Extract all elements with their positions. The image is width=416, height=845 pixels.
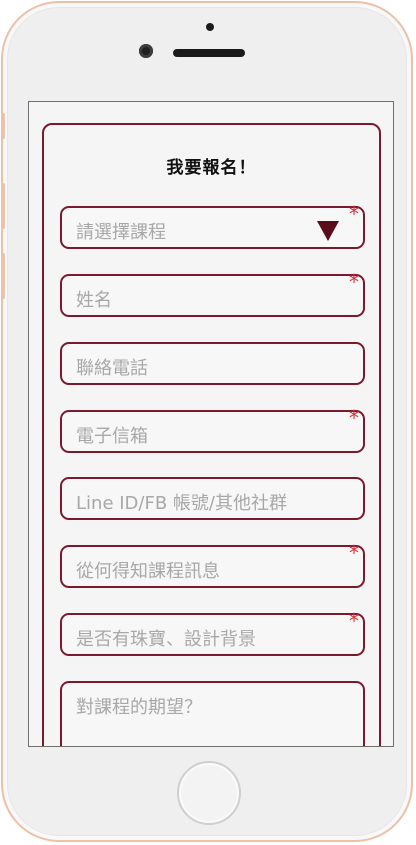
social-account-field-placeholder: Line ID/FB 帳號/其他社群 (76, 493, 287, 514)
course-select[interactable]: 請選擇課程 * (60, 202, 365, 249)
phone-frame: 我要報名！ 請選擇課程 * 姓名 * 聯絡電話 電子信箱 * Line ID/F… (1, 1, 413, 842)
expectations-textarea[interactable]: 對課程的期望？ (60, 681, 365, 746)
name-field-placeholder: 姓名 (76, 290, 112, 311)
mute-switch (3, 113, 5, 139)
registration-form: 我要報名！ 請選擇課程 * 姓名 * 聯絡電話 電子信箱 * Line ID/F… (42, 123, 381, 746)
required-mark: * (349, 202, 359, 226)
home-button[interactable] (177, 761, 241, 825)
required-mark: * (349, 270, 359, 294)
phone-field-placeholder: 聯絡電話 (76, 358, 148, 379)
referral-source-field-placeholder: 從何得知課程訊息 (76, 561, 220, 582)
dropdown-arrow-icon[interactable] (317, 221, 339, 241)
form-title: 我要報名！ (166, 158, 257, 178)
referral-source-field[interactable]: 從何得知課程訊息 * (60, 541, 365, 588)
front-camera (139, 44, 153, 58)
volume-up-button (3, 183, 5, 229)
social-account-field[interactable]: Line ID/FB 帳號/其他社群 (60, 477, 365, 520)
email-field-placeholder: 電子信箱 (76, 426, 148, 447)
required-mark: * (349, 541, 359, 565)
email-field[interactable]: 電子信箱 * (60, 406, 365, 453)
background-field-placeholder: 是否有珠寶、設計背景 (76, 629, 256, 650)
background-field[interactable]: 是否有珠寶、設計背景 * (60, 609, 365, 656)
required-mark: * (349, 406, 359, 430)
expectations-textarea-placeholder: 對課程的期望？ (76, 697, 202, 718)
screen: 我要報名！ 請選擇課程 * 姓名 * 聯絡電話 電子信箱 * Line ID/F… (28, 101, 394, 747)
earpiece-speaker (173, 49, 245, 57)
proximity-sensor (206, 23, 214, 31)
phone-field[interactable]: 聯絡電話 (60, 342, 365, 385)
required-mark: * (349, 609, 359, 633)
name-field[interactable]: 姓名 * (60, 270, 365, 317)
volume-down-button (3, 253, 5, 299)
course-select-placeholder: 請選擇課程 (76, 222, 166, 243)
